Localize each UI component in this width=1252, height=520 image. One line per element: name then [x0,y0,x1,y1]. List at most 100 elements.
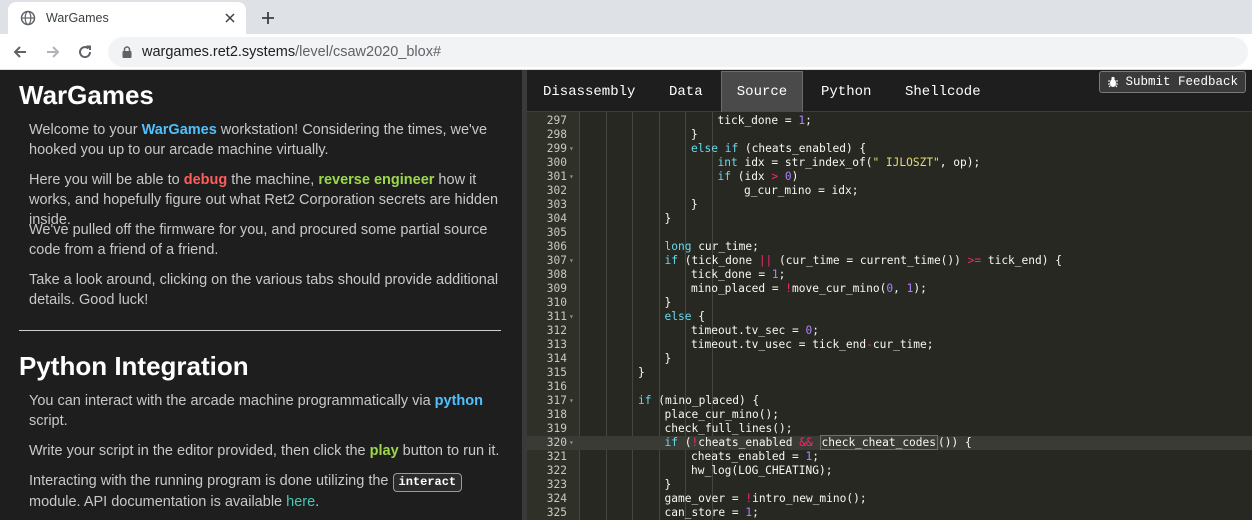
code-text: game_over = !intro_new_mino(); [664,492,867,505]
line-number: 321 [546,450,567,463]
line-number: 323 [546,478,567,491]
python-integration-heading: Python Integration [19,351,249,381]
tab-source[interactable]: Source [721,71,803,112]
line-number: 325 [546,506,567,519]
code-line: 324 game_over = !intro_new_mino(); [527,492,1252,506]
code-line: 312 timeout.tv_sec = 0; [527,324,1252,338]
code-text: g_cur_mino = idx; [744,184,859,197]
line-number: 307 [546,254,567,267]
line-number: 314 [546,352,567,365]
line-number: 316 [546,380,567,393]
line-number: 303 [546,198,567,211]
code-line: 299 ▾ else if (cheats_enabled) { [527,142,1252,156]
forward-arrow-icon[interactable] [41,40,65,64]
close-tab-icon[interactable] [222,10,238,26]
code-text: can_store = 1; [664,506,759,519]
api-docs-link[interactable]: here [286,494,315,510]
address-bar[interactable]: wargames.ret2.systems/level/csaw2020_blo… [108,37,1248,67]
ide-panel: Disassembly Data Source Python Shellcode… [527,70,1252,520]
code-text: } [664,478,672,491]
new-tab-icon[interactable] [256,6,280,30]
code-text: if (!cheats_enabled && check_cheat_codes… [664,435,972,450]
code-line: 305 [527,226,1252,240]
submit-feedback-label: Submit Feedback [1125,75,1238,89]
reload-icon[interactable] [73,40,97,64]
line-number: 301 [546,170,567,183]
fold-arrow-icon[interactable]: ▾ [569,310,574,324]
python-paragraph-2: Write your script in the editor provided… [29,441,509,461]
code-line: 313 timeout.tv_usec = tick_end-cur_time; [527,338,1252,352]
intro-text: the machine, [227,172,319,188]
fold-arrow-icon[interactable]: ▾ [569,142,574,156]
code-line: 309 mino_placed = !move_cur_mino(0, 1); [527,282,1252,296]
back-arrow-icon[interactable] [8,40,32,64]
code-text: check_full_lines(); [664,422,793,435]
code-text: long cur_time; [664,240,759,253]
fold-arrow-icon[interactable]: ▾ [569,254,574,268]
section-divider [19,330,501,331]
reverse-engineer-highlight: reverse engineer [318,172,435,188]
code-text: cheats_enabled = 1; [691,450,820,463]
code-text: if (mino_placed) { [638,394,760,407]
url-text: wargames.ret2.systems/level/csaw2020_blo… [142,44,441,60]
code-line: 316 [527,380,1252,394]
line-number: 313 [546,338,567,351]
tab-disassembly[interactable]: Disassembly [543,71,635,112]
tab-python[interactable]: Python [821,71,871,112]
python-text: Write your script in the editor provided… [29,443,370,459]
code-line: 321 cheats_enabled = 1; [527,450,1252,464]
line-number: 302 [546,184,567,197]
interact-code-chip: interact [392,473,463,492]
code-line: 317 ▾ if (mino_placed) { [527,394,1252,408]
code-line-active: 320 ▾ if (!cheats_enabled && check_cheat_c… [527,435,1252,450]
python-text: . [315,494,320,510]
line-number: 299 [546,142,567,155]
code-text: int idx = str_index_of(" IJLOSZT", op); [717,156,981,169]
code-line: 300 int idx = str_index_of(" IJLOSZT", op… [527,156,1252,170]
python-text: script. [29,413,68,429]
line-number: 297 [546,114,567,127]
code-text: timeout.tv_usec = tick_end-cur_time; [691,338,934,351]
python-paragraph-3: Interacting with the running program is … [29,471,509,512]
code-line: 303} [527,198,1252,212]
code-text: } [664,212,672,225]
fold-arrow-icon[interactable]: ▾ [569,436,574,450]
code-line: 322 hw_log(LOG_CHEATING); [527,464,1252,478]
browser-tab-strip: WarGames [0,0,1252,34]
code-text: tick_done = 1; [717,114,812,127]
python-text: button to run it. [398,443,500,459]
submit-feedback-button[interactable]: Submit Feedback [1099,71,1246,93]
code-text: if (tick_done || (cur_time = current_tim… [664,254,1062,267]
page-title: WarGames [19,80,154,110]
python-text: Interacting with the running program is … [29,473,393,489]
code-line: 308 tick_done = 1; [527,268,1252,282]
python-paragraph-1: You can interact with the arcade machine… [29,391,509,431]
browser-tab[interactable]: WarGames [8,2,246,34]
tab-shellcode[interactable]: Shellcode [905,71,981,112]
code-line: 304} [527,212,1252,226]
code-line: 314} [527,352,1252,366]
intro-paragraph-3: We've pulled off the firmware for you, a… [29,222,488,258]
line-number: 315 [546,366,567,379]
line-number: 306 [546,240,567,253]
code-text: place_cur_mino(); [664,408,780,421]
python-text: You can interact with the arcade machine… [29,393,435,409]
code-line: 319 check_full_lines(); [527,422,1252,436]
line-number: 311 [546,310,567,323]
url-path: /level/csaw2020_blox# [295,44,442,60]
intro-paragraph-4: Take a look around, clicking on the vari… [29,272,499,308]
line-number: 305 [546,226,567,239]
line-number: 300 [546,156,567,169]
fold-arrow-icon[interactable]: ▾ [569,394,574,408]
fold-arrow-icon[interactable]: ▾ [569,170,574,184]
url-host: wargames.ret2.systems [142,44,296,60]
code-text: timeout.tv_sec = 0; [691,324,820,337]
line-number: 324 [546,492,567,505]
play-highlight: play [369,443,399,459]
intro-text: Here you will be able to [29,172,184,188]
code-text: } [638,366,645,379]
source-code-editor[interactable]: 297 tick_done = 1; 298} 299 ▾ else if (cheats… [527,112,1252,520]
code-line: 302 g_cur_mino = idx; [527,184,1252,198]
code-text: } [664,296,672,309]
tab-data[interactable]: Data [669,71,703,112]
